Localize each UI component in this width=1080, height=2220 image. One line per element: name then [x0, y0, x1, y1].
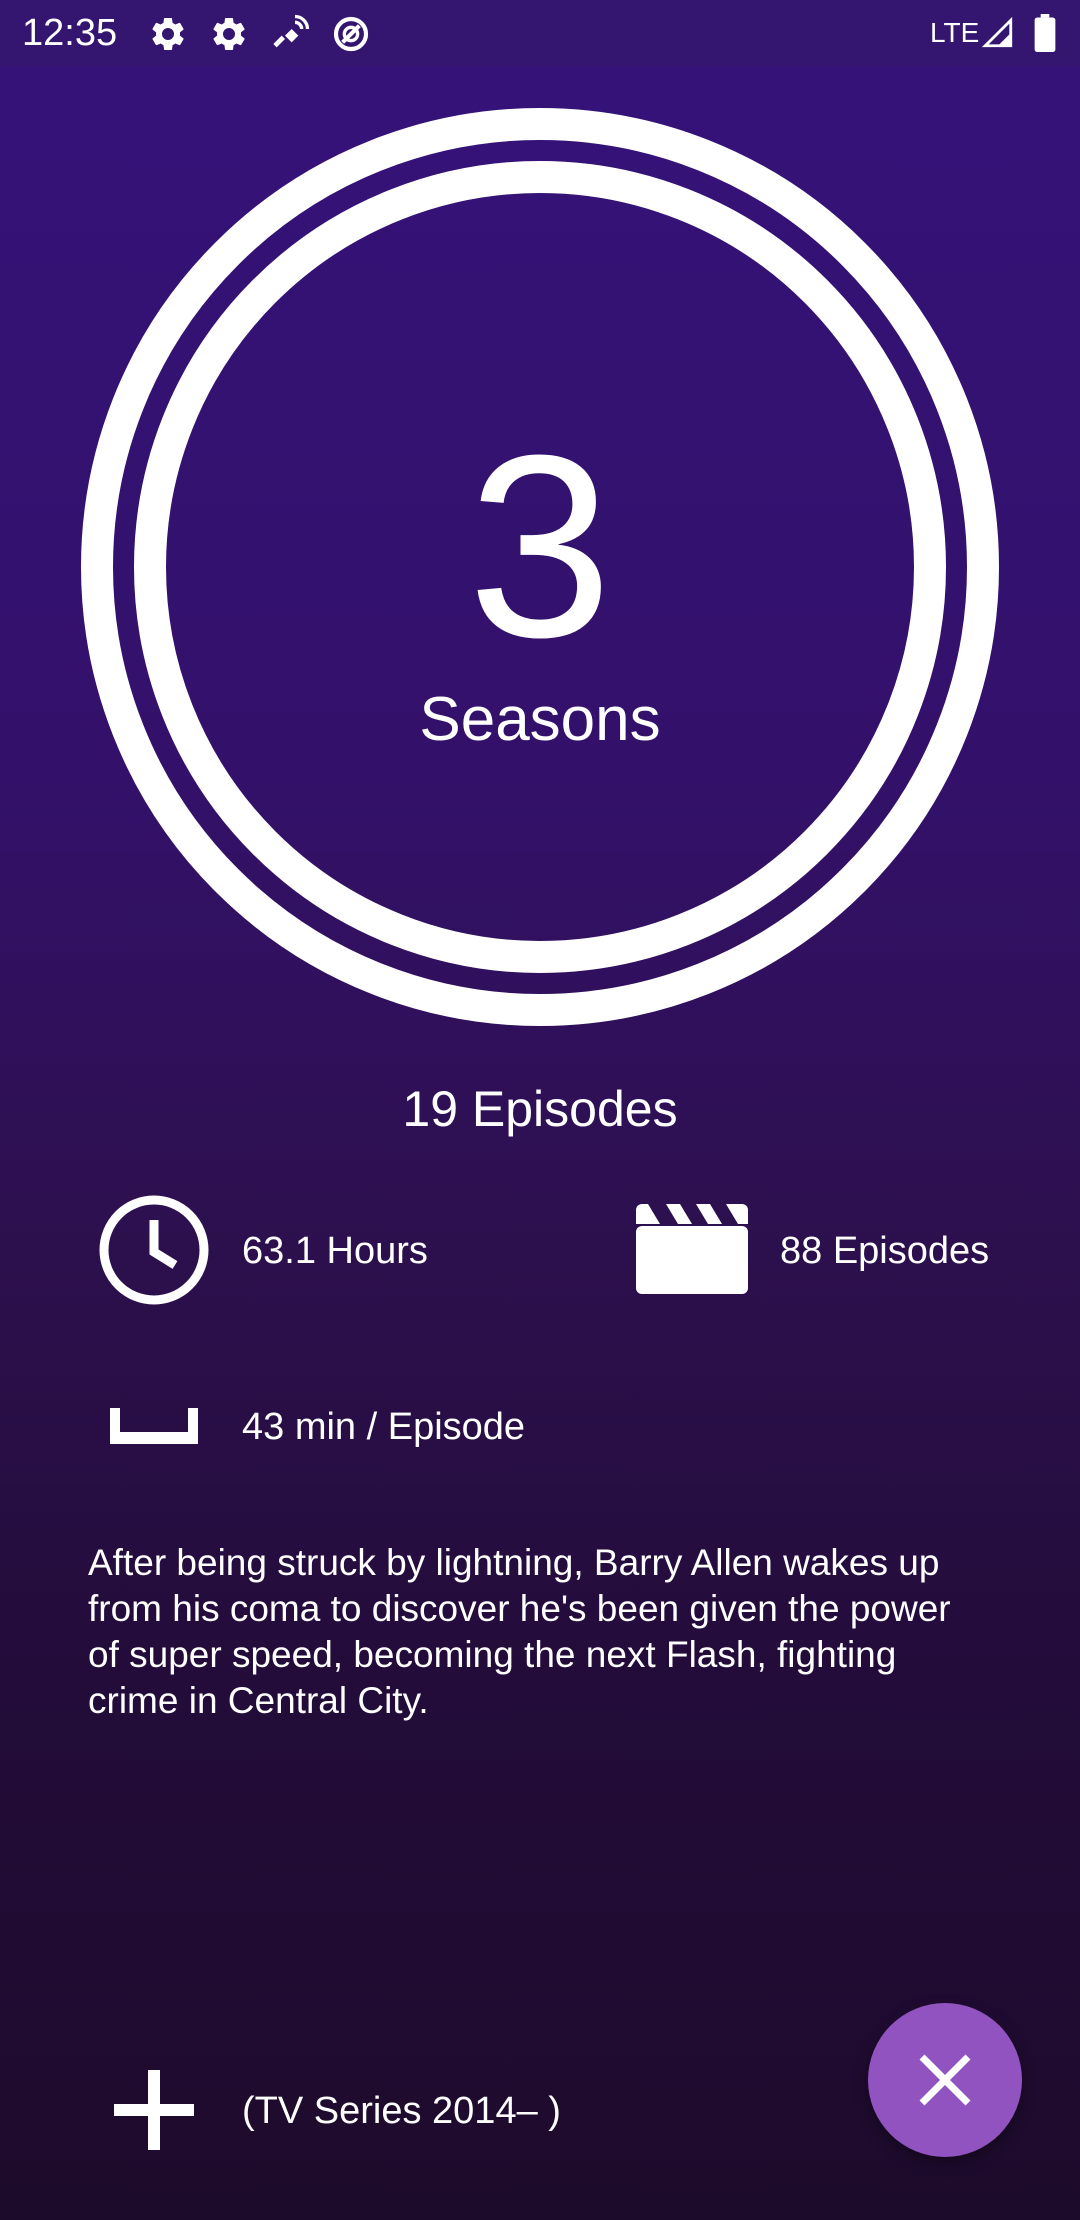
series-type-label: (TV Series 2014– ) [242, 2090, 561, 2132]
clapperboard-icon [636, 1204, 748, 1294]
close-button[interactable] [868, 2003, 1022, 2157]
season-label: Seasons [419, 685, 661, 754]
total-hours: 63.1 Hours [242, 1230, 428, 1272]
episodes-count: 19 Episodes [402, 1081, 678, 1137]
clock-icon [98, 1194, 210, 1306]
add-icon[interactable] [114, 2070, 194, 2150]
show-description: After being struck by lightning, Barry A… [88, 1542, 951, 1721]
runtime: 43 min / Episode [242, 1406, 526, 1448]
space-bar-icon [110, 1408, 198, 1444]
close-icon [919, 2054, 971, 2106]
total-episodes: 88 Episodes [780, 1230, 990, 1272]
season-count: 3 [467, 402, 613, 692]
